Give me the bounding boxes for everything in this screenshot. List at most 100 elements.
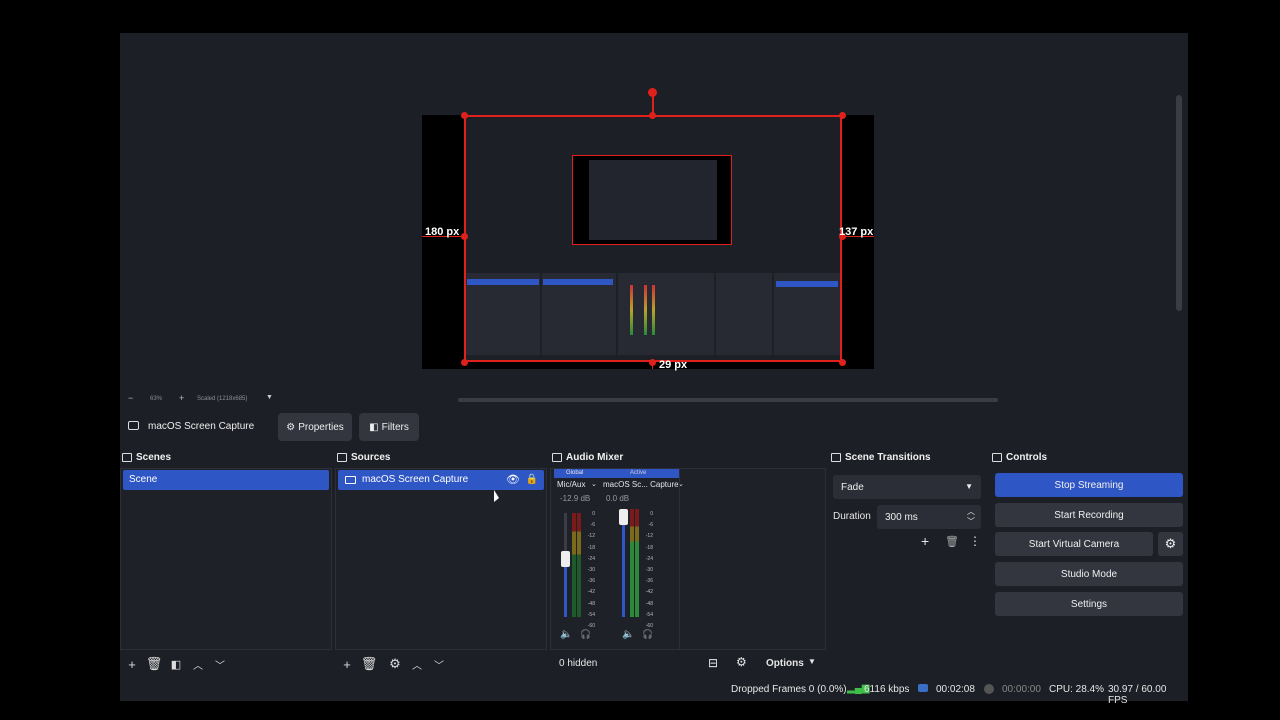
move-source-up-button[interactable]: ︿ [406,653,428,675]
zoom-in-button[interactable]: + [179,393,184,403]
settings-button[interactable]: Settings [995,592,1183,616]
scale-label: Scaled (1218x685) [197,396,248,402]
advanced-audio-gear-icon[interactable]: ⚙ [736,655,747,669]
layout-toggle-icon[interactable]: ⊟ [708,656,718,670]
bottom-crop-line [652,362,653,369]
move-scene-down-button[interactable]: ﹀ [209,653,231,675]
zoom-level: 63% [150,396,163,402]
volume-fader-knob[interactable] [619,509,628,525]
speaker-icon[interactable]: 🔈 [560,629,572,640]
record-time: 00:00:00 [1002,684,1041,695]
move-scene-up-button[interactable]: ︿ [187,653,209,675]
source-properties-gear-icon[interactable]: ⚙ [384,653,406,675]
streaming-icon [918,684,928,692]
resize-handle-top-right[interactable] [839,112,846,119]
source-item[interactable]: macOS Screen Capture 👁 🔒 [338,470,544,490]
hidden-count: 0 hidden [559,658,598,669]
controls-title: Controls [990,449,1188,467]
obs-window: 180 px 137 px 29 px − 63% + Scaled (1218… [120,33,1188,706]
left-crop-label: 180 px [425,226,460,238]
options-button[interactable]: Options [766,658,804,669]
remove-transition-button[interactable]: 🗑 [945,535,959,548]
monitor-off-icon[interactable]: 🎧 [580,629,591,640]
start-recording-button[interactable]: Start Recording [995,503,1183,527]
duration-value: 300 ms [885,511,918,523]
resize-handle-top-left[interactable] [461,112,468,119]
duration-spinbox[interactable]: 300 ms ︿ ﹀ [877,505,981,529]
channel-db: 0.0 dB [606,494,630,503]
preview-canvas[interactable] [422,112,874,369]
properties-label: Properties [298,421,344,433]
sources-title: Sources [335,449,547,467]
dock-icon [337,453,347,462]
preview-horizontal-scrollbar[interactable] [458,398,998,402]
source-item-label: macOS Screen Capture [362,474,469,485]
source-bounding-box[interactable] [464,115,842,362]
resize-handle-bottom-left[interactable] [461,359,468,366]
scenes-toolbar: + 🗑 ◧ ︿ ﹀ [120,650,332,678]
bottom-crop-label: 29 px [659,359,688,371]
volume-fader-knob[interactable] [561,551,570,567]
volume-fader-track[interactable] [622,513,625,617]
rotation-handle[interactable] [648,88,657,97]
move-source-down-button[interactable]: ﹀ [428,653,450,675]
scene-transitions-title: Scene Transitions [829,449,987,467]
audio-mixer-body: Global Active Mic/Aux ⌄ -12.9 dB 0 -6 -12-… [550,468,826,650]
dock-icon [122,453,132,462]
remove-source-button[interactable]: 🗑 [358,653,380,675]
db-scale: 0 -6 -12 -18 -24 -30 -36 -42 -48 -54 -60 [587,511,595,630]
scale-dropdown-icon[interactable]: ▼ [266,394,273,401]
start-virtual-camera-button[interactable]: Start Virtual Camera [995,532,1153,556]
transition-select[interactable]: Fade ▼ [833,475,981,499]
properties-button[interactable]: ⚙ Properties [278,413,352,441]
add-scene-button[interactable]: + [121,653,143,675]
record-dot-icon [984,684,994,694]
transition-menu-icon[interactable]: ⋮ [969,534,981,548]
filter-icon: ◧ [369,421,379,433]
scene-item[interactable]: Scene [123,470,329,490]
gear-icon: ⚙ [286,421,296,433]
duration-label: Duration [833,511,871,522]
add-source-button[interactable]: + [336,653,358,675]
chevron-down-icon: ▼ [965,482,973,491]
lock-icon[interactable]: 🔒 [526,470,538,490]
add-transition-button[interactable]: + [921,533,929,549]
filters-button[interactable]: ◧ Filters [359,413,419,441]
scenes-dock: Scenes Scene + 🗑 ◧ ︿ ﹀ [120,449,332,678]
options-chevron-icon[interactable]: ▼ [808,657,816,666]
sources-dock: Sources macOS Screen Capture 👁 🔒 + 🗑 ⚙ ︿… [335,449,547,678]
zoom-out-button[interactable]: − [128,393,133,403]
scenes-list[interactable]: Scene [120,468,332,650]
sources-toolbar: + 🗑 ⚙ ︿ ﹀ [335,650,547,678]
resize-handle-bottom-right[interactable] [839,359,846,366]
sources-list[interactable]: macOS Screen Capture 👁 🔒 [335,468,547,650]
virtual-camera-gear-icon[interactable]: ⚙ [1158,532,1183,556]
audio-level-meter [630,509,634,617]
stream-time: 00:02:08 [936,684,975,695]
preview-area[interactable]: 180 px 137 px 29 px [120,33,1188,393]
channel-menu-chevron-icon[interactable]: ⌄ [591,480,597,488]
db-scale: 0 -6 -12 -18 -24 -30 -36 -42 -48 -54 -60 [645,511,653,630]
controls-dock: Controls Stop Streaming Start Recording … [990,449,1188,678]
scene-filters-button[interactable]: ◧ [165,653,187,675]
monitor-off-icon[interactable]: 🎧 [642,629,653,640]
source-context-bar: macOS Screen Capture ⚙ Properties ◧ Filt… [120,413,1188,449]
channel-name: Mic/Aux [557,480,586,489]
audio-level-meter [572,513,576,617]
preview-vertical-scrollbar[interactable] [1176,95,1182,311]
decrement-icon[interactable]: ﹀ [967,516,975,527]
mixer-channel-screen: macOS Sc... Capture ⌄ 0.0 dB 0 -6 -12 -18 -2… [603,469,684,649]
studio-mode-button[interactable]: Studio Mode [995,562,1183,586]
status-bar: Dropped Frames 0 (0.0%) ▂▄▆ 6116 kbps 00… [120,679,1188,706]
dropped-frames: Dropped Frames 0 (0.0%) [731,684,847,695]
display-icon [128,421,139,430]
audio-mixer-dock: Audio Mixer Global Active Mic/Aux ⌄ -12.… [550,449,826,678]
dock-icon [831,453,841,462]
visibility-eye-icon[interactable]: 👁 [506,470,520,490]
stop-streaming-button[interactable]: Stop Streaming [995,473,1183,497]
remove-scene-button[interactable]: 🗑 [143,653,165,675]
speaker-icon[interactable]: 🔈 [622,629,634,640]
audio-mixer-title: Audio Mixer [550,449,826,467]
transition-value: Fade [841,481,864,493]
fps: 30.97 / 60.00 FPS [1108,684,1167,706]
